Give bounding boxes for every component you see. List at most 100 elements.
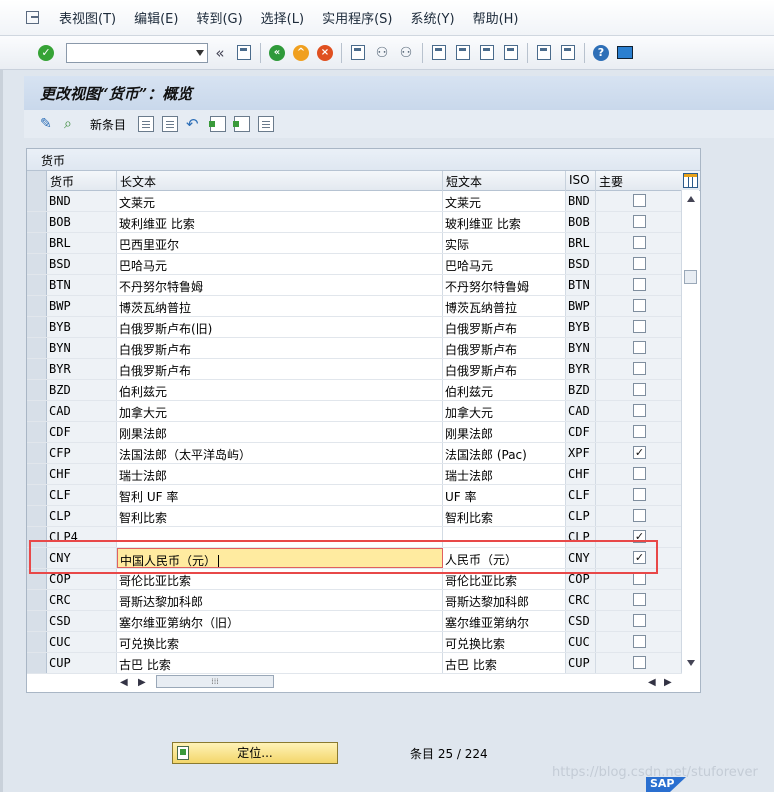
column-header-short-text[interactable]: 短文本	[443, 171, 566, 191]
primary-checkbox[interactable]	[633, 593, 646, 606]
undo-icon[interactable]: ↶	[186, 116, 202, 132]
scroll-thumb[interactable]	[684, 270, 697, 284]
cell-long-text[interactable]: 博茨瓦纳普拉	[117, 296, 443, 316]
row-selector[interactable]	[27, 506, 47, 526]
system-menu-icon[interactable]	[24, 10, 40, 26]
column-header-iso[interactable]: ISO	[566, 171, 596, 191]
help-icon[interactable]: ?	[590, 42, 612, 64]
cell-iso[interactable]: BZD	[566, 380, 596, 400]
prev-page-icon[interactable]	[452, 42, 474, 64]
cell-short-text[interactable]	[443, 527, 566, 547]
cell-iso[interactable]: BSD	[566, 254, 596, 274]
locate-button[interactable]: 定位...	[172, 742, 338, 764]
table-row[interactable]: BYR 白俄罗斯卢布 白俄罗斯卢布 BYR	[27, 359, 682, 380]
row-selector[interactable]	[27, 590, 47, 610]
primary-checkbox[interactable]	[633, 509, 646, 522]
cell-short-text[interactable]: 加拿大元	[443, 401, 566, 421]
cell-iso[interactable]: CUP	[566, 653, 596, 673]
scroll-right-icon[interactable]: ▶	[138, 677, 146, 688]
primary-checkbox[interactable]	[633, 320, 646, 333]
cell-short-text[interactable]: 白俄罗斯卢布	[443, 359, 566, 379]
primary-checkbox[interactable]	[633, 341, 646, 354]
chevron-down-icon[interactable]	[196, 49, 204, 56]
row-selector[interactable]	[27, 569, 47, 589]
table-row[interactable]: CNY 中国人民币（元） 人民币（元） CNY ✓	[27, 548, 682, 569]
cell-short-text[interactable]: 哥斯达黎加科郎	[443, 590, 566, 610]
scroll-left-icon[interactable]: ◀	[120, 677, 128, 688]
cell-short-text[interactable]: 伯利兹元	[443, 380, 566, 400]
primary-checkbox[interactable]	[633, 194, 646, 207]
menu-goto[interactable]: 转到(G)	[187, 8, 251, 27]
cell-iso[interactable]: CHF	[566, 464, 596, 484]
row-selector[interactable]	[27, 296, 47, 316]
cell-iso[interactable]: CSD	[566, 611, 596, 631]
row-selector[interactable]	[27, 401, 47, 421]
table-row[interactable]: COP 哥伦比亚比索 哥伦比亚比索 COP	[27, 569, 682, 590]
cell-short-text[interactable]: 不丹努尔特鲁姆	[443, 275, 566, 295]
table-row[interactable]: BWP 博茨瓦纳普拉 博茨瓦纳普拉 BWP	[27, 296, 682, 317]
cell-long-text[interactable]: 加拿大元	[117, 401, 443, 421]
hscroll-thumb[interactable]: ⁞⁞⁞	[156, 675, 274, 688]
delete-icon[interactable]	[162, 116, 179, 132]
first-page-icon[interactable]	[428, 42, 450, 64]
row-selector[interactable]	[27, 422, 47, 442]
next-page-icon[interactable]	[476, 42, 498, 64]
table-row[interactable]: BOB 玻利维亚 比索 玻利维亚 比索 BOB	[27, 212, 682, 233]
row-selector[interactable]	[27, 653, 47, 673]
cell-iso[interactable]: BTN	[566, 275, 596, 295]
row-selector[interactable]	[27, 254, 47, 274]
row-selector[interactable]	[27, 212, 47, 232]
row-selector[interactable]	[27, 611, 47, 631]
cell-long-text[interactable]: 白俄罗斯卢布	[117, 359, 443, 379]
column-header-long-text[interactable]: 长文本	[117, 171, 443, 191]
cell-long-text[interactable]: 瑞士法郎	[117, 464, 443, 484]
primary-checkbox[interactable]	[633, 257, 646, 270]
cell-iso[interactable]: BOB	[566, 212, 596, 232]
table-row[interactable]: BYN 白俄罗斯卢布 白俄罗斯卢布 BYN	[27, 338, 682, 359]
row-selector[interactable]	[27, 317, 47, 337]
row-selector[interactable]	[27, 338, 47, 358]
primary-checkbox[interactable]	[633, 383, 646, 396]
primary-checkbox[interactable]	[633, 488, 646, 501]
cell-long-text[interactable]: 玻利维亚 比索	[117, 212, 443, 232]
table-row[interactable]: CLP4 CLP ✓	[27, 527, 682, 548]
row-selector[interactable]	[27, 548, 47, 568]
table-row[interactable]: CSD 塞尔维亚第纳尔（旧） 塞尔维亚第纳尔 CSD	[27, 611, 682, 632]
copy-icon[interactable]	[138, 116, 155, 132]
cell-short-text[interactable]: 哥伦比亚比索	[443, 569, 566, 589]
cell-iso[interactable]: CAD	[566, 401, 596, 421]
row-selector[interactable]	[27, 359, 47, 379]
cell-short-text[interactable]: 白俄罗斯卢布	[443, 317, 566, 337]
scroll-down-icon[interactable]	[687, 660, 695, 666]
primary-checkbox[interactable]	[633, 404, 646, 417]
cell-long-text[interactable]: 文莱元	[117, 191, 443, 211]
row-selector[interactable]	[27, 527, 47, 547]
table-row[interactable]: CHF 瑞士法郎 瑞士法郎 CHF	[27, 464, 682, 485]
cell-long-text[interactable]: 智利比索	[117, 506, 443, 526]
cell-iso[interactable]: BYN	[566, 338, 596, 358]
primary-checkbox[interactable]	[633, 467, 646, 480]
last-page-icon[interactable]	[500, 42, 522, 64]
table-row[interactable]: BND 文莱元 文莱元 BND	[27, 191, 682, 212]
table-row[interactable]: CUC 可兑换比索 可兑换比索 CUC	[27, 632, 682, 653]
collapse-command-icon[interactable]: «	[209, 42, 231, 64]
table-row[interactable]: BTN 不丹努尔特鲁姆 不丹努尔特鲁姆 BTN	[27, 275, 682, 296]
primary-checkbox[interactable]	[633, 299, 646, 312]
cell-long-text[interactable]: 巴哈马元	[117, 254, 443, 274]
row-selector[interactable]	[27, 380, 47, 400]
cell-short-text[interactable]: 法国法郎 (Pac)	[443, 443, 566, 463]
cell-short-text[interactable]: 智利比索	[443, 506, 566, 526]
cell-short-text[interactable]: 实际	[443, 233, 566, 253]
menu-help[interactable]: 帮助(H)	[464, 8, 528, 27]
enter-icon[interactable]: ✓	[35, 42, 57, 64]
cell-short-text[interactable]: 古巴 比索	[443, 653, 566, 673]
shortcut-icon[interactable]	[557, 42, 579, 64]
cell-long-text[interactable]: 哥斯达黎加科郎	[117, 590, 443, 610]
horizontal-scrollbar[interactable]: ◀ ▶ ⁞⁞⁞ ◀ ▶	[116, 674, 681, 690]
column-header-primary[interactable]: 主要	[596, 171, 682, 191]
cell-iso[interactable]: XPF	[566, 443, 596, 463]
cell-long-text[interactable]: 智利 UF 率	[117, 485, 443, 505]
cell-long-text[interactable]: 哥伦比亚比索	[117, 569, 443, 589]
cell-long-text[interactable]: 白俄罗斯卢布	[117, 338, 443, 358]
cell-iso[interactable]: CLF	[566, 485, 596, 505]
